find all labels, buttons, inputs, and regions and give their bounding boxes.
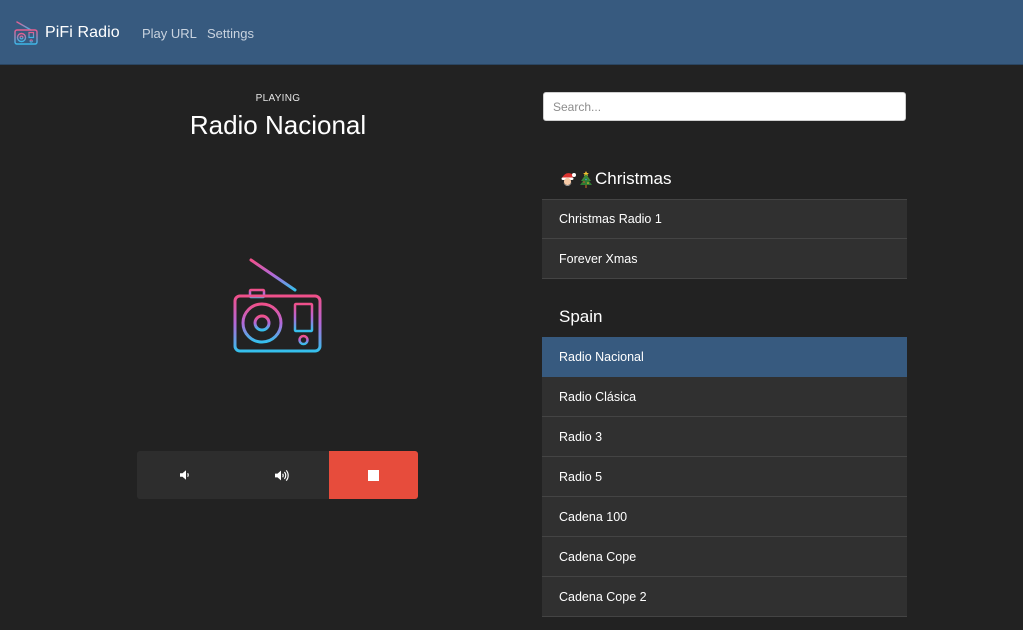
station-item[interactable]: Christmas Radio 1 [542,199,907,239]
volume-up-icon [274,469,289,481]
station-item[interactable]: Radio Clásica [542,377,907,417]
stop-icon [368,469,379,481]
brand-name: PiFi Radio [45,24,120,41]
player-controls [137,451,418,499]
group-heading-christmas: Christmas [559,169,672,189]
nav-play-url[interactable]: Play URL [142,26,197,41]
search-input[interactable] [543,92,906,121]
navbar: PiFi Radio Play URL Settings [0,0,1023,65]
santa-emoji-icon [559,170,577,188]
radio-illustration-icon [233,258,322,353]
brand-link[interactable]: PiFi Radio [14,19,120,47]
nav-settings[interactable]: Settings [207,26,254,41]
station-item[interactable]: Radio 3 [542,417,907,457]
station-list-spain: Radio Nacional Radio Clásica Radio 3 Rad… [542,337,907,617]
stop-button[interactable] [329,451,418,499]
playing-status-label: PLAYING [255,93,301,104]
station-item-active[interactable]: Radio Nacional [542,337,907,377]
volume-down-icon [180,470,189,480]
volume-down-button[interactable] [137,451,233,499]
station-list-christmas: Christmas Radio 1 Forever Xmas [542,199,907,279]
station-item[interactable]: Cadena Cope 2 [542,577,907,617]
group-title: Spain [559,307,603,326]
station-item[interactable]: Cadena Cope [542,537,907,577]
volume-up-button[interactable] [233,451,329,499]
now-playing-station: Radio Nacional [189,110,367,140]
radio-logo-icon [14,21,38,45]
group-heading-spain: Spain [559,307,602,327]
christmas-tree-emoji-icon [579,170,593,188]
station-item[interactable]: Radio 5 [542,457,907,497]
station-item[interactable]: Cadena 100 [542,497,907,537]
group-title: Christmas [595,169,672,188]
station-item[interactable]: Forever Xmas [542,239,907,279]
